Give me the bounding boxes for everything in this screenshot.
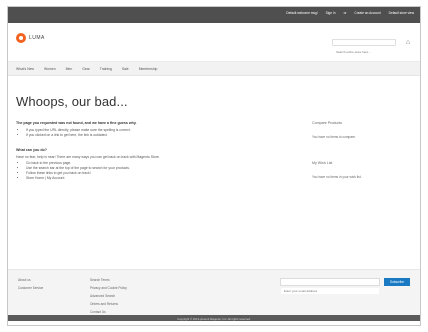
nav-men[interactable]: Men: [66, 67, 73, 71]
wishlist-text: You have no items in your wish list.: [312, 175, 362, 179]
nav-gear[interactable]: Gear: [82, 67, 90, 71]
newsletter: Subscribe: [279, 278, 410, 294]
browser-page: Default welcome msg! Sign In or Create a…: [7, 6, 421, 326]
footer-link[interactable]: Privacy and Cookie Policy: [90, 286, 127, 290]
copyright-bar: Copyright © 2013-present Magento, Inc. A…: [8, 315, 420, 321]
main-content: Whoops, our bad... The page you requeste…: [16, 94, 341, 181]
newsletter-field[interactable]: [279, 278, 380, 294]
footer-link[interactable]: Orders and Returns: [90, 302, 127, 306]
logo-icon: [16, 33, 26, 43]
help-heading: What can you do?: [16, 148, 47, 152]
footer-link[interactable]: Contact Us: [90, 310, 127, 314]
nav-training[interactable]: Training: [100, 67, 112, 71]
wishlist-block: My Wish List You have no items in your w…: [312, 161, 408, 179]
footer-link[interactable]: Search Terms: [90, 278, 127, 282]
help-section: What can you do? Have no fear, help is n…: [16, 148, 341, 181]
top-navigation: What's New Women Men Gear Training Sale …: [8, 61, 420, 76]
nav-membership[interactable]: Membership: [139, 67, 158, 71]
footer-link[interactable]: Customer Service: [18, 286, 43, 290]
lead-text: The page you requested was not found, an…: [16, 121, 137, 125]
header: LUMA ⌂: [8, 23, 420, 61]
nav-whats-new[interactable]: What's New: [16, 67, 34, 71]
nav-sale[interactable]: Sale: [122, 67, 129, 71]
newsletter-input[interactable]: [280, 288, 379, 294]
nav-women[interactable]: Women: [44, 67, 56, 71]
help-list: Go back to the previous page. Use the se…: [26, 161, 341, 181]
wishlist-title: My Wish List: [312, 161, 333, 165]
compare-block: Compare Products You have no items to co…: [312, 121, 408, 139]
footer-col-2: Search Terms Privacy and Cookie Policy A…: [90, 278, 127, 318]
footer-link[interactable]: About us: [18, 278, 43, 282]
cart-icon[interactable]: ⌂: [404, 39, 412, 47]
help-text: Have no fear, help is near! There are ma…: [16, 155, 160, 159]
top-bar: Default welcome msg! Sign In or Create a…: [8, 7, 420, 23]
footer-link[interactable]: Advanced Search: [90, 294, 127, 298]
logo[interactable]: LUMA: [16, 33, 45, 43]
help-item-links[interactable]: Store Home | My Account: [26, 176, 341, 181]
search-input[interactable]: [333, 49, 395, 55]
sidebar: Compare Products You have no items to co…: [312, 121, 408, 201]
welcome-msg: Default welcome msg!: [286, 11, 318, 15]
page-title: Whoops, our bad...: [16, 94, 128, 109]
footer-col-1: About us Customer Service: [18, 278, 43, 294]
nav-menu: What's New Women Men Gear Training Sale …: [16, 67, 157, 71]
reasons-list: If you typed the URL directly, please ma…: [26, 128, 341, 138]
compare-title: Compare Products: [312, 121, 342, 125]
or-text: or: [343, 11, 347, 15]
sign-in-link[interactable]: Sign In: [326, 11, 336, 15]
compare-text: You have no items to compare.: [312, 135, 356, 139]
search-box[interactable]: [332, 39, 396, 55]
footer: About us Customer Service Search Terms P…: [8, 269, 420, 321]
subscribe-button[interactable]: Subscribe: [383, 278, 410, 286]
logo-text: LUMA: [29, 35, 45, 41]
create-account-link[interactable]: Create an Account: [354, 11, 380, 15]
copyright-text: Copyright © 2013-present Magento, Inc. A…: [177, 316, 251, 321]
store-view-link[interactable]: Default store view: [389, 11, 414, 15]
top-links: Default welcome msg! Sign In or Create a…: [286, 11, 414, 15]
reason-item: If you clicked on a link to get here, th…: [26, 133, 341, 138]
